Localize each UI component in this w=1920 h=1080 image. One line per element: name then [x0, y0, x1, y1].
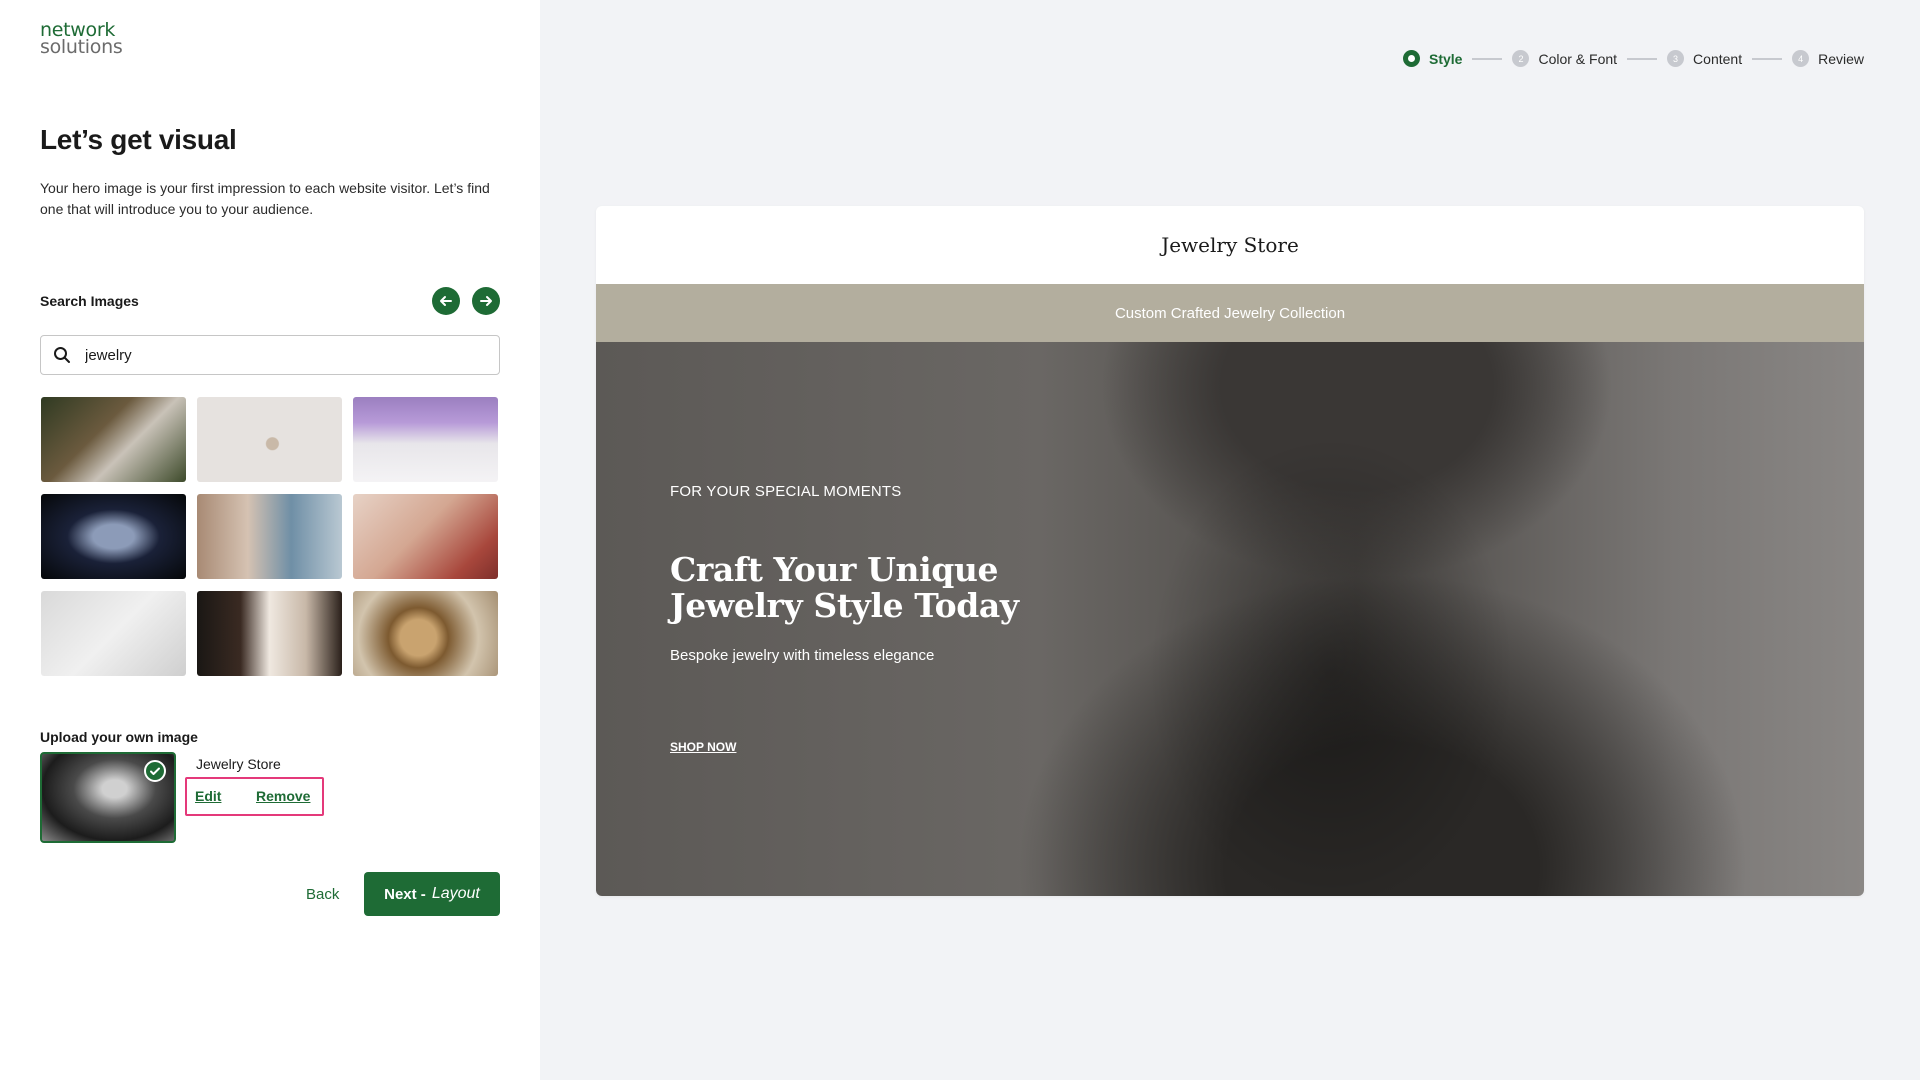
remove-image-link[interactable]: Remove	[256, 788, 310, 804]
next-layout-button[interactable]: Next - Layout	[364, 872, 500, 916]
back-button[interactable]: Back	[306, 886, 339, 903]
step-content[interactable]: 3 Content	[1667, 50, 1742, 67]
image-result-5[interactable]	[197, 494, 342, 579]
upload-image-label: Upload your own image	[40, 729, 198, 745]
step-3-label: Content	[1693, 50, 1743, 67]
preview-hero-image: FOR YOUR SPECIAL MOMENTS Craft Your Uniq…	[596, 342, 1864, 896]
image-result-2[interactable]	[197, 397, 342, 482]
search-input[interactable]	[85, 346, 465, 364]
image-results-grid	[41, 397, 501, 676]
preview-hero-eyebrow: FOR YOUR SPECIAL MOMENTS	[670, 483, 902, 500]
uploaded-image-name: Jewelry Store	[196, 756, 281, 772]
logo-line-2: solutions	[40, 36, 123, 58]
preview-hero-headline: Craft Your Unique Jewelry Style Today	[670, 550, 1019, 625]
arrow-left-icon	[440, 296, 452, 306]
progress-stepper: Style 2 Color & Font 3 Content 4 Review	[1402, 50, 1864, 67]
image-result-8[interactable]	[197, 591, 342, 676]
left-panel: network solutions Let’s get visual Your …	[0, 0, 540, 1080]
uploaded-image-thumbnail[interactable]	[40, 752, 176, 843]
page-description: Your hero image is your first impression…	[40, 180, 490, 217]
search-icon	[54, 347, 70, 363]
image-result-9[interactable]	[353, 591, 498, 676]
step-4-indicator: 4	[1792, 50, 1810, 67]
step-connector	[1472, 57, 1503, 60]
step-1-indicator	[1402, 50, 1420, 67]
image-result-6[interactable]	[353, 494, 498, 579]
step-connector	[1627, 57, 1658, 60]
next-button-target: Layout	[431, 885, 480, 902]
arrow-right-icon	[480, 296, 492, 306]
step-4-label: Review	[1818, 50, 1864, 67]
step-color-font[interactable]: 2 Color & Font	[1512, 50, 1617, 67]
step-style[interactable]: Style	[1402, 50, 1463, 67]
next-button-label: Next -	[384, 885, 426, 903]
search-images-label: Search Images	[40, 293, 139, 309]
image-result-7[interactable]	[41, 591, 186, 676]
preview-announcement-banner: Custom Crafted Jewelry Collection	[596, 284, 1864, 342]
preview-hero-subheadline: Bespoke jewelry with timeless elegance	[670, 647, 935, 664]
previous-images-button[interactable]	[432, 287, 460, 315]
search-box	[40, 335, 500, 375]
image-result-3[interactable]	[353, 397, 498, 482]
network-solutions-logo[interactable]: network solutions	[40, 21, 123, 58]
preview-shop-now-link[interactable]: SHOP NOW	[670, 740, 736, 754]
page-title: Let’s get visual	[40, 124, 237, 155]
image-result-4[interactable]	[41, 494, 186, 579]
website-preview: Jewelry Store Custom Crafted Jewelry Col…	[596, 206, 1864, 896]
preview-site-title: Jewelry Store	[1161, 233, 1299, 257]
step-2-label: Color & Font	[1538, 50, 1618, 67]
selected-check-icon	[144, 760, 166, 782]
edit-image-link[interactable]: Edit	[195, 788, 221, 804]
step-3-indicator: 3	[1667, 50, 1685, 67]
step-review[interactable]: 4 Review	[1792, 50, 1864, 67]
step-1-label: Style	[1428, 50, 1463, 67]
image-result-1[interactable]	[41, 397, 186, 482]
next-images-button[interactable]	[472, 287, 500, 315]
step-connector	[1752, 57, 1783, 60]
step-2-indicator: 2	[1512, 50, 1530, 67]
